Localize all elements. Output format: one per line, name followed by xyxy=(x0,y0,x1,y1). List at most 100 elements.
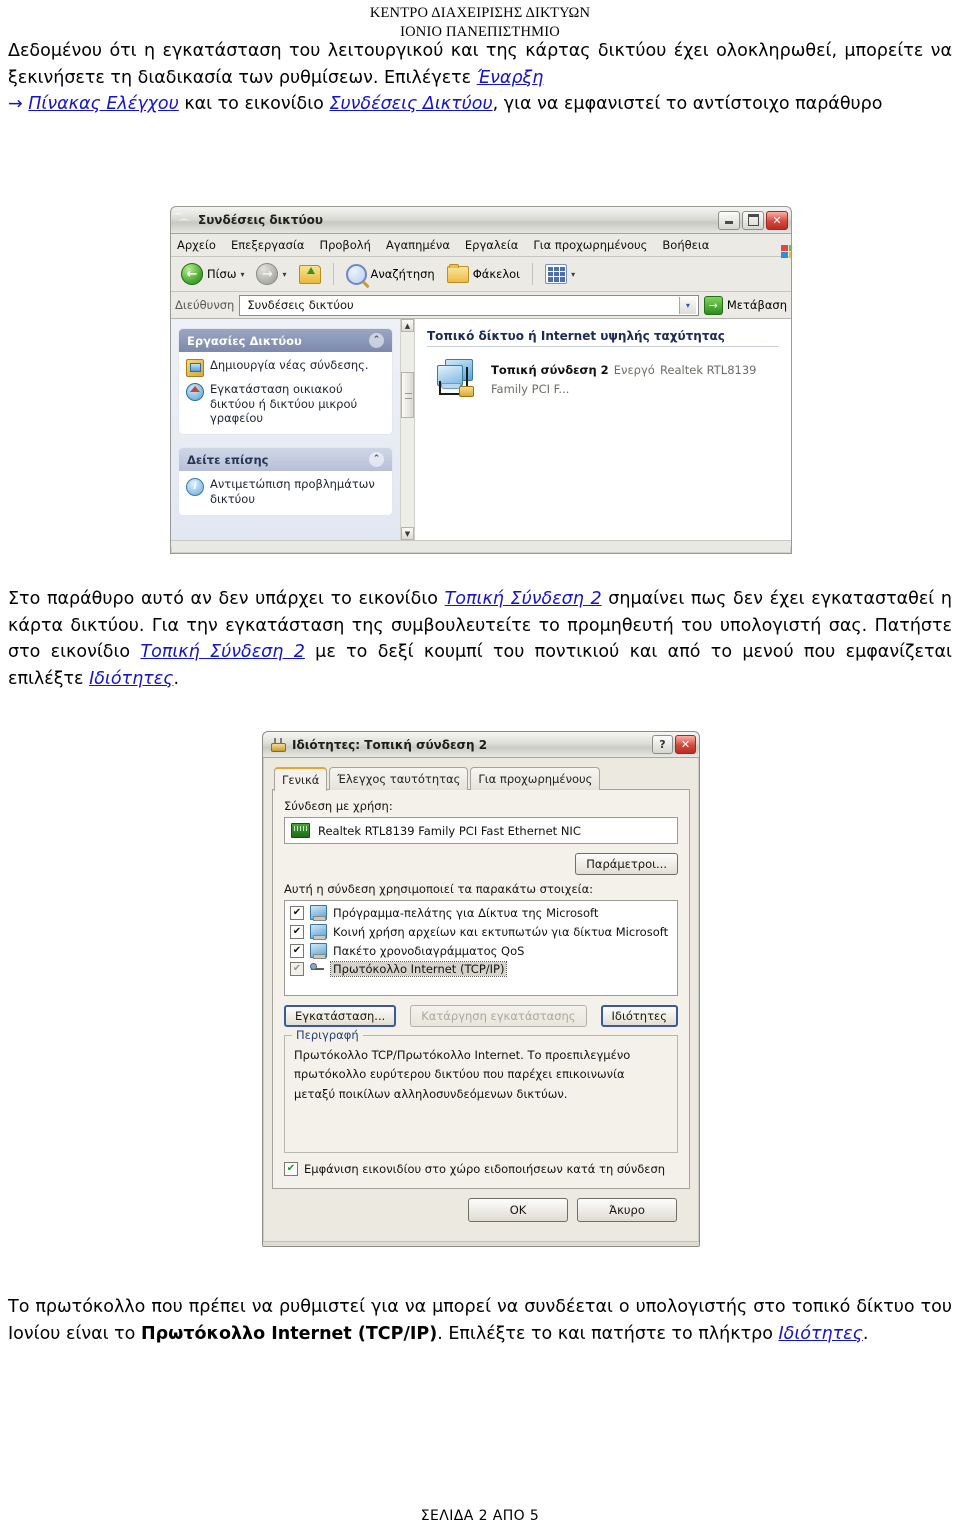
component-label: Πακέτο χρονοδιαγράμματος QoS xyxy=(333,943,525,958)
notify-checkbox-label: Εμφάνιση εικονιδίου στο χώρο ειδοποιήσεω… xyxy=(304,1162,666,1176)
link-properties-a[interactable]: Ιδιότητες xyxy=(89,669,173,689)
close-button[interactable]: ✕ xyxy=(766,210,788,230)
tab-general[interactable]: Γενικά xyxy=(274,767,328,791)
folders-label: Φάκελοι xyxy=(472,267,521,281)
header-line-1: ΚΕΝΤΡΟ ΔΙΑΧΕΙΡΙΣΗΣ ΔΙΚΤΥΩΝ xyxy=(369,5,591,21)
tab-panel-general: Σύνδεση με χρήση: Realtek RTL8139 Family… xyxy=(272,789,690,1189)
component-properties-button[interactable]: Ιδιότητες xyxy=(600,1005,678,1027)
dialog-controls: ? ✕ xyxy=(652,735,696,754)
window-title-bar[interactable]: Συνδέσεις δικτύου ✕ xyxy=(171,207,791,234)
task-item-label: Εγκατάσταση οικιακού δικτύου ή δικτύου μ… xyxy=(210,382,358,426)
component-row-selected[interactable]: ✔ Πρωτόκολλο Internet (TCP/IP) xyxy=(290,961,672,977)
ok-button[interactable]: OK xyxy=(468,1198,568,1222)
component-checkbox[interactable]: ✔ xyxy=(290,943,304,958)
link-local-connection-2-b[interactable]: Τοπική Σύνδεση 2 xyxy=(140,642,304,662)
component-row[interactable]: ✔ Πρόγραμμα-πελάτης για Δίκτυα της Micro… xyxy=(290,905,672,921)
component-checkbox[interactable]: ✔ xyxy=(290,924,304,939)
properties-dialog[interactable]: Ιδιότητες: Τοπική σύνδεση 2 ? ✕ Γενικά Έ… xyxy=(262,731,700,1247)
client-icon xyxy=(310,905,327,921)
folders-button[interactable]: Φάκελοι xyxy=(443,263,524,285)
scroll-up-button[interactable]: ▲ xyxy=(400,319,414,332)
address-chevron-down-icon[interactable]: ▾ xyxy=(678,296,696,314)
menu-item-help[interactable]: Βοήθεια xyxy=(662,238,709,252)
component-row[interactable]: ✔ Πακέτο χρονοδιαγράμματος QoS xyxy=(290,943,672,959)
chevron-up-icon[interactable]: ⌃ xyxy=(368,333,384,348)
menu-item-tools[interactable]: Εργαλεία xyxy=(465,238,518,252)
components-label: Αυτή η σύνδεση χρησιμοποιεί τα παρακάτω … xyxy=(284,882,594,896)
tab-strip[interactable]: Γενικά Έλεγχος ταυτότητας Για προχωρημέν… xyxy=(274,766,690,791)
task-item-home-network-setup[interactable]: Εγκατάσταση οικιακού δικτύου ή δικτύου μ… xyxy=(186,382,385,426)
components-list[interactable]: ✔ Πρόγραμμα-πελάτης για Δίκτυα της Micro… xyxy=(284,900,678,996)
dialog-title: Ιδιότητες: Τοπική σύνδεση 2 xyxy=(292,737,488,752)
toolbar[interactable]: ← Πίσω ▾ → ▾ Αναζήτηση Φάκελοι ▾ xyxy=(171,257,791,292)
network-connections-window[interactable]: Συνδέσεις δικτύου ✕ Αρχείο Επεξεργασία Π… xyxy=(170,206,792,554)
back-dropdown-caret-icon[interactable]: ▾ xyxy=(240,270,244,279)
configure-button[interactable]: Παράμετροι... xyxy=(575,853,678,875)
scrollbar-thumb[interactable] xyxy=(400,372,414,418)
install-button[interactable]: Εγκατάσταση... xyxy=(284,1005,397,1027)
dialog-close-button[interactable]: ✕ xyxy=(675,735,696,754)
maximize-button[interactable] xyxy=(742,210,764,230)
menu-item-file[interactable]: Αρχείο xyxy=(177,238,216,252)
window-controls: ✕ xyxy=(718,210,788,230)
link-control-panel[interactable]: Πίνακας Ελέγχου xyxy=(28,94,179,114)
forward-button[interactable]: → ▾ xyxy=(252,261,290,287)
scroll-down-button[interactable]: ▼ xyxy=(400,527,414,540)
cancel-button[interactable]: Άκυρο xyxy=(577,1198,677,1222)
network-tasks-body: Δημιουργία νέας σύνδεσης. Εγκατάσταση οι… xyxy=(179,352,392,434)
link-properties-b[interactable]: Ιδιότητες xyxy=(778,1324,862,1344)
link-start[interactable]: Έναρξη xyxy=(477,68,544,88)
connection-item[interactable]: Τοπική σύνδεση 2 Ενεργό Realtek RTL8139 … xyxy=(427,359,779,399)
menu-item-advanced[interactable]: Για προχωρημένους xyxy=(533,238,647,252)
info-icon: i xyxy=(186,478,204,497)
page-footer: ΣΕΛΙΔΑ 2 ΑΠΟ 5 xyxy=(420,1508,540,1524)
configure-row: Παράμετροι... xyxy=(284,853,678,875)
go-button[interactable]: → Μετάβαση xyxy=(703,295,787,315)
views-button[interactable]: ▾ xyxy=(541,262,579,286)
forward-dropdown-caret-icon[interactable]: ▾ xyxy=(282,270,286,279)
description-text: Πρωτόκολλο TCP/Πρωτόκολλο Internet. Το π… xyxy=(294,1048,631,1101)
component-checkbox[interactable]: ✔ xyxy=(290,905,304,920)
chevron-up-icon[interactable]: ⌃ xyxy=(368,452,384,468)
toolbar-divider-2 xyxy=(532,263,534,285)
see-also-panel: Δείτε επίσης ⌃ i Αντιμετώπιση προβλημάτω… xyxy=(179,448,392,515)
paragraph-3: Το πρωτόκολλο που πρέπει να ρυθμιστεί γι… xyxy=(8,1294,952,1347)
views-dropdown-caret-icon[interactable]: ▾ xyxy=(571,270,575,279)
connection-text: Τοπική σύνδεση 2 Ενεργό Realtek RTL8139 … xyxy=(491,359,779,397)
link-network-connections[interactable]: Συνδέσεις Δικτύου xyxy=(329,94,492,114)
notify-checkbox[interactable]: ✔ xyxy=(284,1162,298,1176)
menu-bar[interactable]: Αρχείο Επεξεργασία Προβολή Αγαπημένα Εργ… xyxy=(171,234,791,258)
forward-arrow-icon: → xyxy=(256,263,279,285)
folder-icon xyxy=(446,263,469,283)
notify-checkbox-row[interactable]: ✔ Εμφάνιση εικονιδίου στο χώρο ειδοποιήσ… xyxy=(284,1162,678,1176)
back-button[interactable]: ← Πίσω ▾ xyxy=(177,261,248,287)
help-button[interactable]: ? xyxy=(652,735,673,754)
menu-item-view[interactable]: Προβολή xyxy=(319,238,370,252)
vertical-scrollbar[interactable]: ▲ ▼ xyxy=(399,319,415,540)
scrollbar-track[interactable] xyxy=(400,332,414,527)
see-also-header[interactable]: Δείτε επίσης ⌃ xyxy=(179,448,392,472)
component-checkbox[interactable]: ✔ xyxy=(290,962,304,976)
component-row[interactable]: ✔ Κοινή χρήση αρχείων και εκτυπωτών για … xyxy=(290,924,672,940)
task-item-troubleshoot[interactable]: i Αντιμετώπιση προβλημάτων δικτύου xyxy=(186,477,385,506)
task-item-new-connection[interactable]: Δημιουργία νέας σύνδεσης. xyxy=(186,358,385,377)
menu-item-edit[interactable]: Επεξεργασία xyxy=(231,238,304,252)
search-button[interactable]: Αναζήτηση xyxy=(342,262,439,287)
network-tasks-header[interactable]: Εργασίες Δικτύου ⌃ xyxy=(179,329,392,352)
uninstall-button: Κατάργηση εγκατάστασης xyxy=(410,1005,587,1027)
minimize-button[interactable] xyxy=(718,210,740,230)
up-button[interactable] xyxy=(295,263,325,286)
home-network-icon xyxy=(186,383,204,401)
task-sidebar: Εργασίες Δικτύου ⌃ Δημιουργία νέας σύνδε… xyxy=(171,319,400,540)
address-input[interactable]: Συνδέσεις δικτύου ▾ xyxy=(239,294,699,316)
document-page: ΚΕΝΤΡΟ ΔΙΑΧΕΙΡΙΣΗΣ ΔΙΚΤΥΩΝ ΙΟΝΙΟ ΠΑΝΕΠΙΣ… xyxy=(0,0,960,1538)
tab-authentication[interactable]: Έλεγχος ταυτότητας xyxy=(329,767,469,790)
link-local-connection-2-a[interactable]: Τοπική Σύνδεση 2 xyxy=(445,589,602,609)
address-bar[interactable]: Διεύθυνση Συνδέσεις δικτύου ▾ → Μετάβαση xyxy=(171,292,791,319)
folder-up-icon xyxy=(298,264,321,284)
dialog-title-bar[interactable]: Ιδιότητες: Τοπική σύνδεση 2 ? ✕ xyxy=(263,732,699,758)
address-label: Διεύθυνση xyxy=(175,298,235,312)
tab-advanced[interactable]: Για προχωρημένους xyxy=(470,767,601,790)
menu-item-favorites[interactable]: Αγαπημένα xyxy=(386,238,450,252)
back-arrow-icon: ← xyxy=(181,263,203,285)
